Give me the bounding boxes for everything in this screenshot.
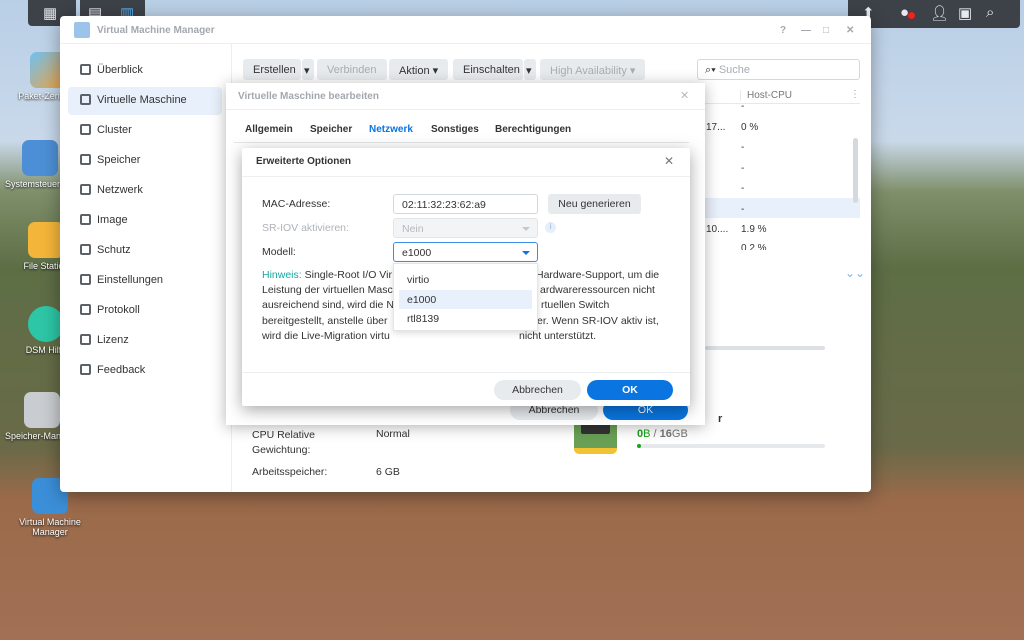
- memory-usage: 0B / 16GB: [637, 428, 688, 440]
- sidebar-item-storage[interactable]: Speicher: [68, 147, 222, 175]
- cpu-weight-label: CPU Relative Gewichtung:: [252, 429, 316, 456]
- model-dropdown-list: virtio e1000 rtl8139: [393, 263, 538, 331]
- table-scrollbar[interactable]: [853, 138, 858, 203]
- sidebar-item-settings[interactable]: Einstellungen: [68, 267, 222, 295]
- model-select[interactable]: e1000: [393, 242, 538, 262]
- search-input[interactable]: ⌕▾ Suche: [697, 59, 860, 80]
- image-icon: [80, 214, 91, 225]
- mac-label: MAC-Adresse:: [262, 198, 331, 210]
- sidebar-item-network[interactable]: Netzwerk: [68, 177, 222, 205]
- create-button[interactable]: Erstellen: [243, 59, 301, 80]
- regenerate-mac-button[interactable]: Neu generieren: [548, 194, 641, 214]
- vm-icon: [80, 94, 91, 105]
- column-header-host-cpu[interactable]: Host-CPU: [740, 90, 792, 101]
- notifications-icon[interactable]: ●: [900, 4, 915, 21]
- model-label: Modell:: [262, 246, 296, 258]
- column-menu-icon[interactable]: ⋮: [850, 89, 860, 100]
- create-dropdown[interactable]: ▾: [302, 59, 314, 80]
- ram-value: 6 GB: [376, 466, 400, 478]
- user-icon[interactable]: 👤︎: [930, 4, 949, 22]
- search-icon[interactable]: ⌕: [986, 4, 994, 21]
- cluster-icon: [80, 124, 91, 135]
- power-on-button[interactable]: Einschalten: [453, 59, 523, 80]
- storage-icon: [80, 154, 91, 165]
- sidebar-item-vm[interactable]: Virtuelle Maschine: [68, 87, 222, 115]
- power-on-dropdown[interactable]: ▾: [524, 59, 536, 80]
- advanced-cancel-button[interactable]: Abbrechen: [494, 380, 581, 400]
- widgets-icon[interactable]: ▣: [958, 4, 972, 22]
- overview-icon: [80, 64, 91, 75]
- log-icon: [80, 304, 91, 315]
- sriov-select[interactable]: Nein: [393, 218, 538, 238]
- sidebar-item-license[interactable]: Lizenz: [68, 327, 222, 355]
- advanced-dialog-title: Erweiterte Optionen: [256, 156, 352, 167]
- detail-bar: [705, 346, 825, 350]
- advanced-dialog-close-icon[interactable]: ✕: [664, 154, 674, 168]
- key-icon: [80, 334, 91, 345]
- action-button[interactable]: Aktion ▾: [389, 59, 449, 80]
- option-e1000[interactable]: e1000: [399, 290, 532, 309]
- option-rtl8139[interactable]: rtl8139: [399, 310, 532, 328]
- selected-row[interactable]: [705, 198, 860, 218]
- network-icon: [80, 184, 91, 195]
- info-icon[interactable]: i: [545, 222, 556, 233]
- sidebar-item-feedback[interactable]: Feedback: [68, 357, 222, 385]
- sidebar: Überblick Virtuelle Maschine Cluster Spe…: [60, 44, 232, 492]
- sidebar-item-log[interactable]: Protokoll: [68, 297, 222, 325]
- feedback-icon: [80, 364, 91, 375]
- tab-speicher[interactable]: Speicher: [310, 124, 352, 135]
- help-icon[interactable]: ?: [780, 25, 786, 36]
- memory-progress: [637, 444, 825, 448]
- window-title: Virtual Machine Manager: [97, 25, 215, 36]
- sidebar-item-overview[interactable]: Überblick: [68, 57, 222, 85]
- expand-chevron-icon[interactable]: ⌄⌄: [845, 266, 865, 280]
- close-icon[interactable]: ✕: [846, 25, 854, 36]
- grid-icon: ▦: [43, 5, 58, 22]
- sidebar-item-cluster[interactable]: Cluster: [68, 117, 222, 145]
- tab-sonstiges[interactable]: Sonstiges: [431, 124, 479, 135]
- app-logo-icon: [74, 22, 90, 38]
- tab-netzwerk[interactable]: Netzwerk: [369, 124, 413, 135]
- system-tray: ⬆ ● 👤︎ ▣ ⌕: [848, 0, 1020, 28]
- shield-icon: [80, 244, 91, 255]
- edit-dialog-close-icon[interactable]: ✕: [680, 89, 689, 102]
- sriov-label: SR-IOV aktivieren:: [262, 222, 349, 234]
- ram-label: Arbeitsspeicher:: [252, 466, 328, 478]
- cpu-weight-value: Normal: [376, 428, 410, 440]
- edit-dialog-title: Virtuelle Maschine bearbeiten: [238, 91, 379, 102]
- ha-button[interactable]: High Availability ▾: [540, 59, 646, 80]
- title-bar: Virtual Machine Manager ? — □ ✕: [60, 16, 871, 44]
- minimize-icon[interactable]: —: [801, 25, 811, 36]
- sidebar-item-protection[interactable]: Schutz: [68, 237, 222, 265]
- connect-button[interactable]: Verbinden: [317, 59, 387, 80]
- mac-address-input[interactable]: 02:11:32:23:62:a9: [393, 194, 538, 214]
- search-icon: ⌕▾: [705, 64, 716, 76]
- maximize-icon[interactable]: □: [823, 25, 829, 36]
- sidebar-item-image[interactable]: Image: [68, 207, 222, 235]
- option-virtio[interactable]: virtio: [399, 271, 532, 289]
- advanced-ok-button[interactable]: OK: [587, 380, 673, 400]
- tab-berechtigungen[interactable]: Berechtigungen: [495, 124, 571, 135]
- gear-icon: [80, 274, 91, 285]
- advanced-options-dialog: Erweiterte Optionen ✕ MAC-Adresse: 02:11…: [242, 148, 690, 406]
- tab-allgemein[interactable]: Allgemein: [245, 124, 293, 135]
